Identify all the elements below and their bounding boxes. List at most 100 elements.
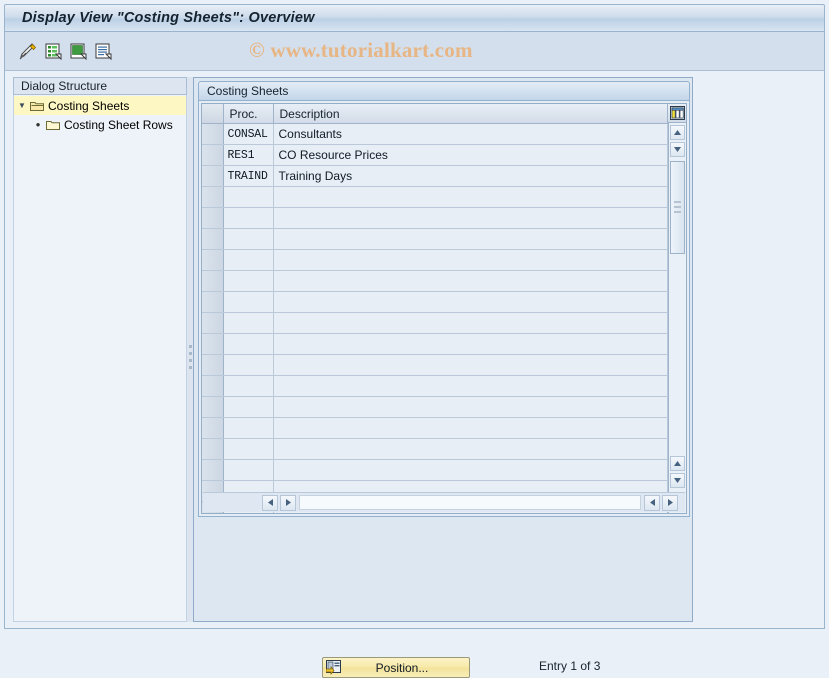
row-select-cell[interactable]	[202, 228, 224, 250]
cell-description[interactable]	[273, 186, 668, 208]
row-select-cell[interactable]	[202, 270, 224, 292]
display-change-icon[interactable]	[17, 40, 39, 62]
details-icon[interactable]	[92, 40, 114, 62]
cell-description[interactable]	[273, 291, 668, 313]
cell-proc[interactable]	[223, 459, 274, 481]
cell-proc[interactable]	[223, 186, 274, 208]
cell-description[interactable]: Consultants	[273, 123, 668, 145]
work-area: Dialog Structure ▼ Costing Sheets • Cost…	[4, 71, 825, 678]
cell-proc[interactable]	[223, 207, 274, 229]
cell-proc[interactable]	[223, 270, 274, 292]
row-select-cell[interactable]	[202, 417, 224, 439]
cell-description[interactable]	[273, 354, 668, 376]
scroll-up-icon[interactable]	[670, 125, 685, 140]
sidebar-item-costing-sheet-rows[interactable]: • Costing Sheet Rows	[14, 115, 186, 134]
cell-description[interactable]	[273, 396, 668, 418]
cell-proc[interactable]	[223, 354, 274, 376]
scroll-right-end-icon[interactable]	[662, 494, 678, 511]
cell-proc[interactable]: RES1	[223, 144, 274, 166]
cell-proc[interactable]	[223, 333, 274, 355]
cell-description[interactable]	[273, 333, 668, 355]
table-row[interactable]: CONSAL Consultants	[202, 123, 686, 145]
cell-proc[interactable]	[223, 375, 274, 397]
scroll-down-bottom-icon[interactable]	[670, 473, 685, 488]
row-select-cell[interactable]	[202, 438, 224, 460]
costing-sheets-group-title: Costing Sheets	[198, 81, 690, 101]
cell-proc[interactable]	[223, 312, 274, 334]
horizontal-scroll-track[interactable]	[299, 495, 641, 510]
table-row[interactable]: TRAIND Training Days	[202, 165, 686, 187]
cell-description[interactable]: Training Days	[273, 165, 668, 187]
table-row[interactable]	[202, 333, 686, 355]
cell-proc[interactable]: CONSAL	[223, 123, 274, 145]
cell-proc[interactable]	[223, 228, 274, 250]
table-row[interactable]	[202, 354, 686, 376]
scroll-right-icon[interactable]	[280, 494, 296, 511]
column-header-proc[interactable]: Proc.	[223, 104, 274, 124]
table-row[interactable]	[202, 375, 686, 397]
cell-description[interactable]	[273, 438, 668, 460]
row-select-cell[interactable]	[202, 186, 224, 208]
sidebar-item-costing-sheets[interactable]: ▼ Costing Sheets	[14, 96, 186, 115]
position-button[interactable]: Position...	[322, 657, 470, 678]
cell-description[interactable]	[273, 312, 668, 334]
copy-as-icon[interactable]	[67, 40, 89, 62]
dialog-structure-header: Dialog Structure	[13, 77, 187, 95]
folder-icon	[46, 119, 60, 131]
scroll-left-icon[interactable]	[262, 494, 278, 511]
cell-description[interactable]	[273, 459, 668, 481]
chevron-down-icon[interactable]: ▼	[14, 101, 30, 110]
row-select-cell[interactable]	[202, 123, 224, 145]
cell-description[interactable]	[273, 249, 668, 271]
vertical-scroll-thumb[interactable]	[670, 161, 685, 254]
column-header-description[interactable]: Description	[273, 104, 668, 124]
select-all-header[interactable]	[202, 104, 224, 124]
table-row[interactable]	[202, 396, 686, 418]
cell-proc[interactable]	[223, 291, 274, 313]
cell-proc[interactable]	[223, 396, 274, 418]
cell-description[interactable]	[273, 270, 668, 292]
row-select-cell[interactable]	[202, 354, 224, 376]
table-row[interactable]	[202, 270, 686, 292]
cell-description[interactable]	[273, 228, 668, 250]
horizontal-scrollbar[interactable]	[203, 492, 685, 512]
table-row[interactable]	[202, 438, 686, 460]
position-button-label: Position...	[375, 660, 429, 675]
table-row[interactable]	[202, 459, 686, 481]
cell-description[interactable]	[273, 375, 668, 397]
row-select-cell[interactable]	[202, 165, 224, 187]
vertical-scrollbar[interactable]	[668, 104, 686, 513]
table-body: CONSAL Consultants RES1 CO Resource Prices T…	[202, 123, 686, 513]
table-row[interactable]	[202, 291, 686, 313]
cell-proc[interactable]	[223, 249, 274, 271]
new-entries-icon[interactable]	[42, 40, 64, 62]
row-select-cell[interactable]	[202, 312, 224, 334]
cell-proc[interactable]	[223, 417, 274, 439]
row-select-cell[interactable]	[202, 207, 224, 229]
scroll-left-end-icon[interactable]	[644, 494, 660, 511]
table-row[interactable]	[202, 186, 686, 208]
row-select-cell[interactable]	[202, 291, 224, 313]
cell-description[interactable]	[273, 417, 668, 439]
table-row[interactable]	[202, 228, 686, 250]
cell-proc[interactable]: TRAIND	[223, 165, 274, 187]
row-select-cell[interactable]	[202, 144, 224, 166]
scroll-down-icon[interactable]	[670, 142, 685, 157]
cell-description[interactable]: CO Resource Prices	[273, 144, 668, 166]
row-select-cell[interactable]	[202, 375, 224, 397]
costing-sheets-table[interactable]: Proc. Description CONSAL Consultants RES1 C…	[201, 103, 687, 514]
table-settings-icon[interactable]	[667, 104, 686, 123]
table-row[interactable]	[202, 417, 686, 439]
sidebar-item-label: Costing Sheets	[48, 98, 130, 113]
row-select-cell[interactable]	[202, 249, 224, 271]
cell-description[interactable]	[273, 207, 668, 229]
table-row[interactable]	[202, 312, 686, 334]
table-row[interactable]: RES1 CO Resource Prices	[202, 144, 686, 166]
table-row[interactable]	[202, 207, 686, 229]
row-select-cell[interactable]	[202, 333, 224, 355]
row-select-cell[interactable]	[202, 459, 224, 481]
row-select-cell[interactable]	[202, 396, 224, 418]
cell-proc[interactable]	[223, 438, 274, 460]
table-row[interactable]	[202, 249, 686, 271]
scroll-up-bottom-icon[interactable]	[670, 456, 685, 471]
